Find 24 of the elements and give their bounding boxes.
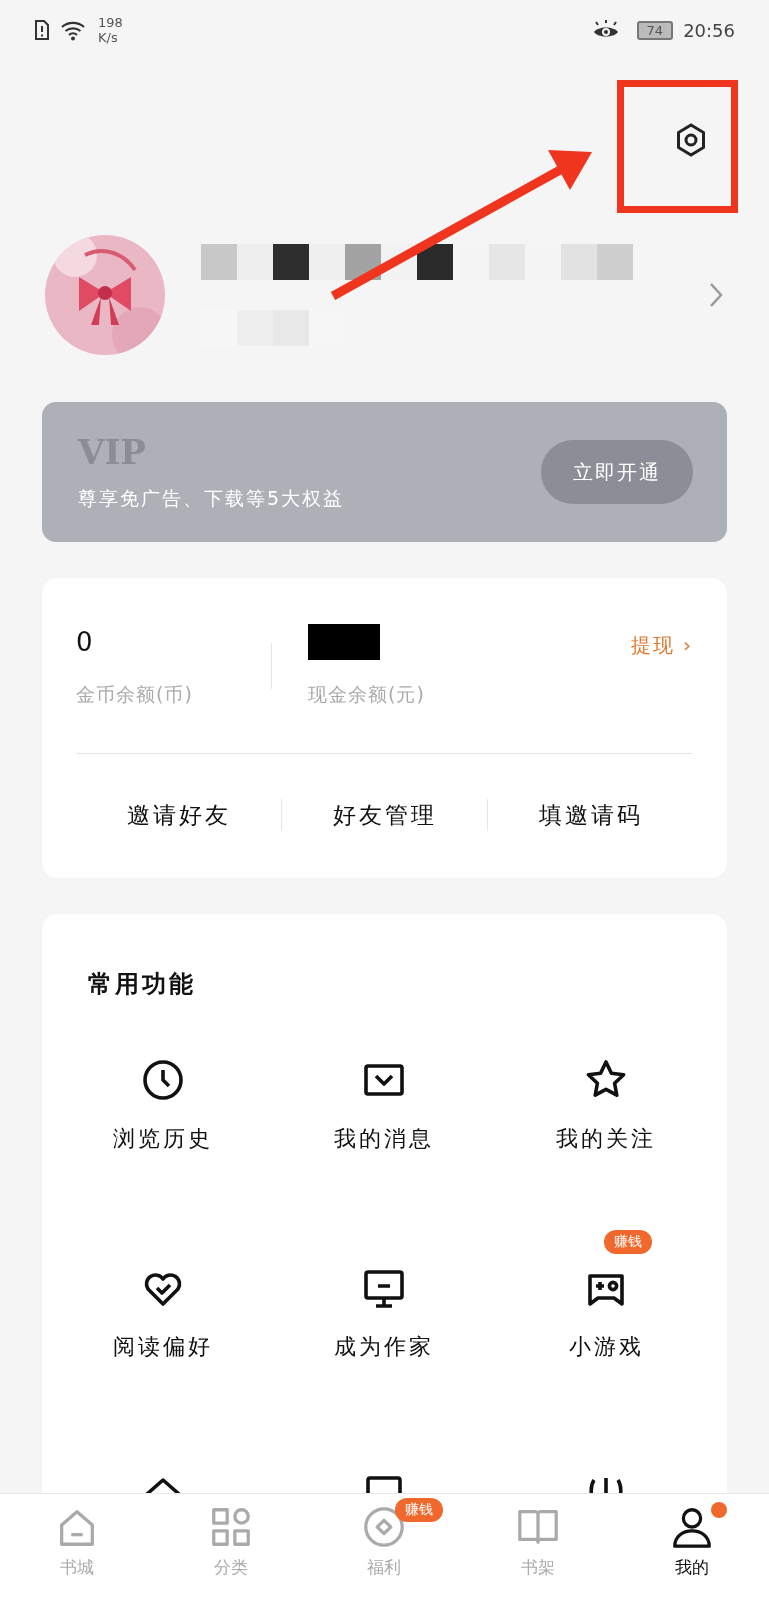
- function-label[interactable]: 我的消息: [334, 1124, 435, 1154]
- battery-level: 74: [636, 20, 674, 40]
- network-speed-unit: K/s: [98, 30, 119, 45]
- cash-balance-label: 现金余额(元): [308, 681, 426, 707]
- nav-tab[interactable]: 我的: [615, 1494, 769, 1600]
- section-title: 常用功能: [88, 969, 197, 1000]
- wallet-action-button[interactable]: 填邀请码: [488, 798, 693, 832]
- earn-badge: 赚钱: [395, 1498, 444, 1522]
- vip-subtitle: 尊享免广告、下载等5大权益: [78, 486, 345, 511]
- function-label[interactable]: 我的关注: [556, 1124, 657, 1154]
- coin-balance-label: 金币余额(币): [76, 681, 194, 707]
- earn-badge: 赚钱: [604, 1230, 653, 1254]
- function-label[interactable]: 成为作家: [334, 1332, 435, 1362]
- wallet-action-button[interactable]: 邀请好友: [76, 798, 281, 832]
- function-label[interactable]: 阅读偏好: [112, 1332, 213, 1362]
- coin-balance: 0: [76, 625, 94, 659]
- wallet-action-button[interactable]: 好友管理: [282, 798, 487, 832]
- sim-alert-icon: [34, 19, 50, 41]
- function-label[interactable]: 浏览历史: [112, 1124, 213, 1154]
- network-speed: 198: [98, 15, 123, 30]
- function-label[interactable]: 小游戏: [568, 1332, 644, 1362]
- clock-time: 20:56: [683, 19, 735, 41]
- redaction-block: [308, 623, 380, 660]
- chevron-right-icon[interactable]: [708, 281, 724, 309]
